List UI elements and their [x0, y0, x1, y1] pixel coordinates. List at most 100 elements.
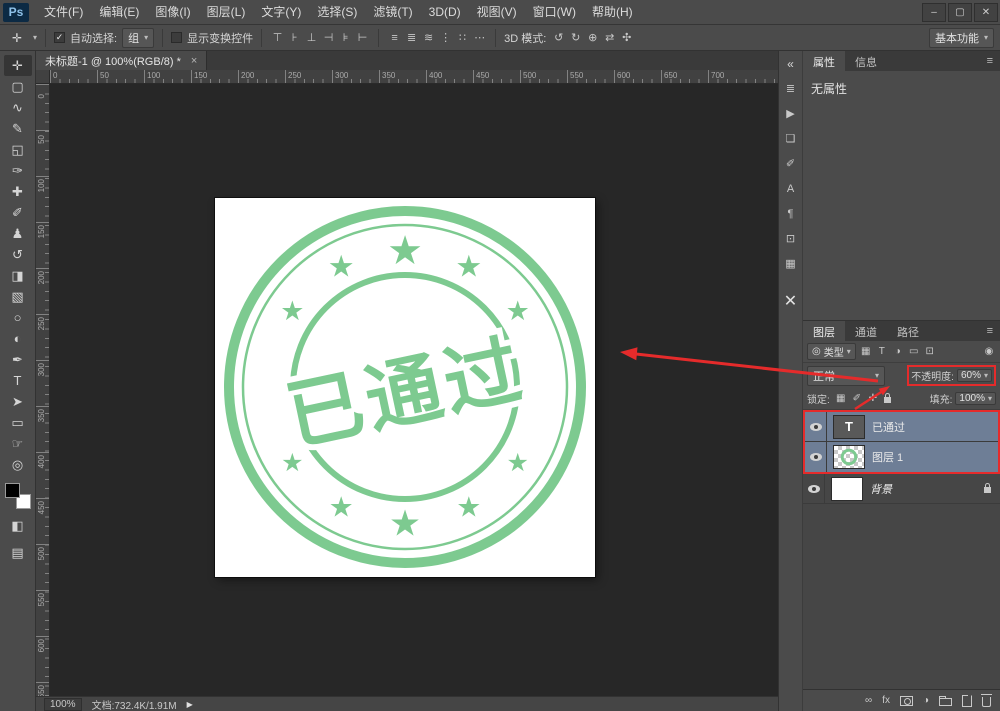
background-layer-thumbnail[interactable]	[831, 477, 863, 501]
layer-filter-type-dropdown[interactable]: ◎ 类型 ▾	[807, 343, 856, 360]
align-bottom-edges-icon[interactable]: ⊥	[304, 31, 319, 44]
gradient-tool[interactable]: ▧	[4, 286, 32, 307]
quick-selection-tool[interactable]: ✎	[4, 118, 32, 139]
blur-tool[interactable]: ○	[4, 307, 32, 328]
distribute-right-edges-icon[interactable]: ⋯	[472, 31, 487, 44]
image-layer-thumbnail[interactable]	[833, 445, 865, 469]
info-panel-icon[interactable]: ⊡	[781, 230, 801, 247]
add-layer-mask-icon[interactable]	[900, 696, 913, 706]
zoom-level-field[interactable]: 100%	[44, 698, 82, 711]
menu-item[interactable]: 文件(F)	[36, 0, 91, 25]
close-tab-icon[interactable]: ×	[191, 55, 197, 67]
document-canvas[interactable]: ★ ★ ★ ★ ★ ★ ★ ★ ★ ★ 已通过	[215, 198, 595, 577]
align-right-edges-icon[interactable]: ⊢	[355, 31, 370, 44]
eraser-tool[interactable]: ◨	[4, 265, 32, 286]
foreground-color-swatch[interactable]	[5, 483, 20, 498]
filter-text-layers-icon[interactable]: T	[875, 346, 889, 357]
lasso-tool[interactable]: ∿	[4, 97, 32, 118]
filter-smart-objects-icon[interactable]: ⊡	[923, 346, 937, 357]
horizontal-type-tool[interactable]: T	[4, 370, 32, 391]
layer-row-text[interactable]: T 已通过	[805, 412, 998, 442]
visibility-cell[interactable]	[805, 412, 827, 441]
history-panel-icon[interactable]: ≣	[781, 80, 801, 97]
menu-item[interactable]: 帮助(H)	[584, 0, 641, 25]
crop-tool[interactable]: ◱	[4, 139, 32, 160]
layer-style-fx-icon[interactable]: fx	[882, 695, 890, 706]
color-swatches[interactable]	[5, 483, 31, 509]
3d-rotate-icon[interactable]: ↺	[551, 31, 566, 44]
layer-name[interactable]: 背景	[870, 481, 892, 497]
filter-adjustment-layers-icon[interactable]: ◑	[891, 346, 905, 357]
distribute-left-edges-icon[interactable]: ⋮	[438, 31, 453, 44]
menu-item[interactable]: 视图(V)	[469, 0, 525, 25]
menu-item[interactable]: 窗口(W)	[525, 0, 584, 25]
lock-all-icon[interactable]	[884, 397, 891, 403]
rectangle-tool[interactable]: ▭	[4, 412, 32, 433]
layer-filter-toggle-icon[interactable]: ◉	[982, 346, 996, 357]
zoom-tool[interactable]: ◎	[4, 454, 32, 475]
restore-button[interactable]: ▢	[948, 3, 972, 22]
layer-name[interactable]: 已通过	[872, 419, 905, 435]
menu-item[interactable]: 3D(D)	[421, 0, 469, 25]
minimize-button[interactable]: –	[922, 3, 946, 22]
layer-name[interactable]: 图层 1	[872, 449, 903, 465]
brush-presets-panel-icon[interactable]: ✐	[781, 155, 801, 172]
align-vertical-centers-icon[interactable]: ⊦	[287, 31, 302, 44]
actions-panel-icon[interactable]: ▶	[781, 105, 801, 122]
link-layers-icon[interactable]: ∞	[865, 695, 872, 706]
new-group-icon[interactable]	[939, 698, 952, 706]
filter-shape-layers-icon[interactable]: ▭	[907, 346, 921, 357]
distribute-top-edges-icon[interactable]: ≡	[387, 32, 402, 44]
move-tool[interactable]: ✛	[4, 55, 32, 76]
histogram-panel-icon[interactable]: ▦	[781, 255, 801, 272]
3d-scale-icon[interactable]: ✣	[619, 31, 634, 44]
filter-pixel-layers-icon[interactable]: ▦	[859, 346, 873, 357]
panel-menu-icon[interactable]: ≡	[980, 51, 1000, 71]
auto-select-checkbox[interactable]: ✓	[54, 32, 65, 43]
eye-icon[interactable]	[810, 423, 822, 431]
eyedropper-tool[interactable]: ✑	[4, 160, 32, 181]
dodge-tool[interactable]: ◐	[4, 328, 32, 349]
show-transform-controls-checkbox[interactable]	[171, 32, 182, 43]
paragraph-panel-icon[interactable]: ¶	[781, 205, 801, 222]
character-panel-icon[interactable]: A	[781, 180, 801, 197]
3d-roll-icon[interactable]: ↻	[568, 31, 583, 44]
auto-select-target-dropdown[interactable]: 组 ▾	[122, 28, 154, 48]
brush-tool[interactable]: ✐	[4, 202, 32, 223]
3d-slide-icon[interactable]: ⇄	[602, 31, 617, 44]
spot-healing-brush-tool[interactable]: ✚	[4, 181, 32, 202]
tab-info[interactable]: 信息	[845, 51, 887, 71]
lock-position-icon[interactable]: ✛	[866, 393, 880, 404]
tab-properties[interactable]: 属性	[803, 51, 845, 71]
lock-transparent-pixels-icon[interactable]: ▦	[834, 393, 848, 404]
visibility-cell[interactable]	[803, 474, 825, 503]
menu-item[interactable]: 编辑(E)	[91, 0, 147, 25]
close-panel-icon[interactable]: ✕	[781, 292, 801, 309]
distribute-bottom-edges-icon[interactable]: ≋	[421, 31, 436, 44]
align-left-edges-icon[interactable]: ⊣	[321, 31, 336, 44]
tab-channels[interactable]: 通道	[845, 321, 887, 341]
align-horizontal-centers-icon[interactable]: ⊧	[338, 31, 353, 44]
status-expand-icon[interactable]: ▶	[187, 700, 193, 709]
close-button[interactable]: ✕	[974, 3, 998, 22]
pen-tool[interactable]: ✒	[4, 349, 32, 370]
3d-drag-icon[interactable]: ⊕	[585, 31, 600, 44]
menu-item[interactable]: 文字(Y)	[253, 0, 309, 25]
blend-mode-dropdown[interactable]: 正常 ▾	[807, 366, 885, 386]
canvas-viewport[interactable]: 0501001502002503003504004505005506006507…	[36, 70, 778, 696]
rectangular-marquee-tool[interactable]: ▢	[4, 76, 32, 97]
menu-item[interactable]: 滤镜(T)	[365, 0, 420, 25]
lock-image-pixels-icon[interactable]: ✐	[850, 393, 864, 404]
screen-mode-icon[interactable]: ▤	[4, 542, 32, 563]
align-top-edges-icon[interactable]: ⊤	[270, 31, 285, 44]
adjustment-layer-icon[interactable]: ◑	[923, 695, 929, 706]
fill-dropdown[interactable]: 100% ▾	[955, 392, 996, 405]
distribute-horizontal-centers-icon[interactable]: ∷	[455, 31, 470, 44]
layer-row-background[interactable]: 背景	[803, 474, 1000, 504]
path-selection-tool[interactable]: ➤	[4, 391, 32, 412]
menu-item[interactable]: 选择(S)	[309, 0, 365, 25]
layer-row-image[interactable]: 图层 1	[805, 442, 998, 472]
distribute-vertical-centers-icon[interactable]: ≣	[404, 31, 419, 44]
document-tab[interactable]: 未标题-1 @ 100%(RGB/8) * ×	[36, 51, 207, 70]
quick-mask-mode-icon[interactable]: ◧	[4, 515, 32, 536]
